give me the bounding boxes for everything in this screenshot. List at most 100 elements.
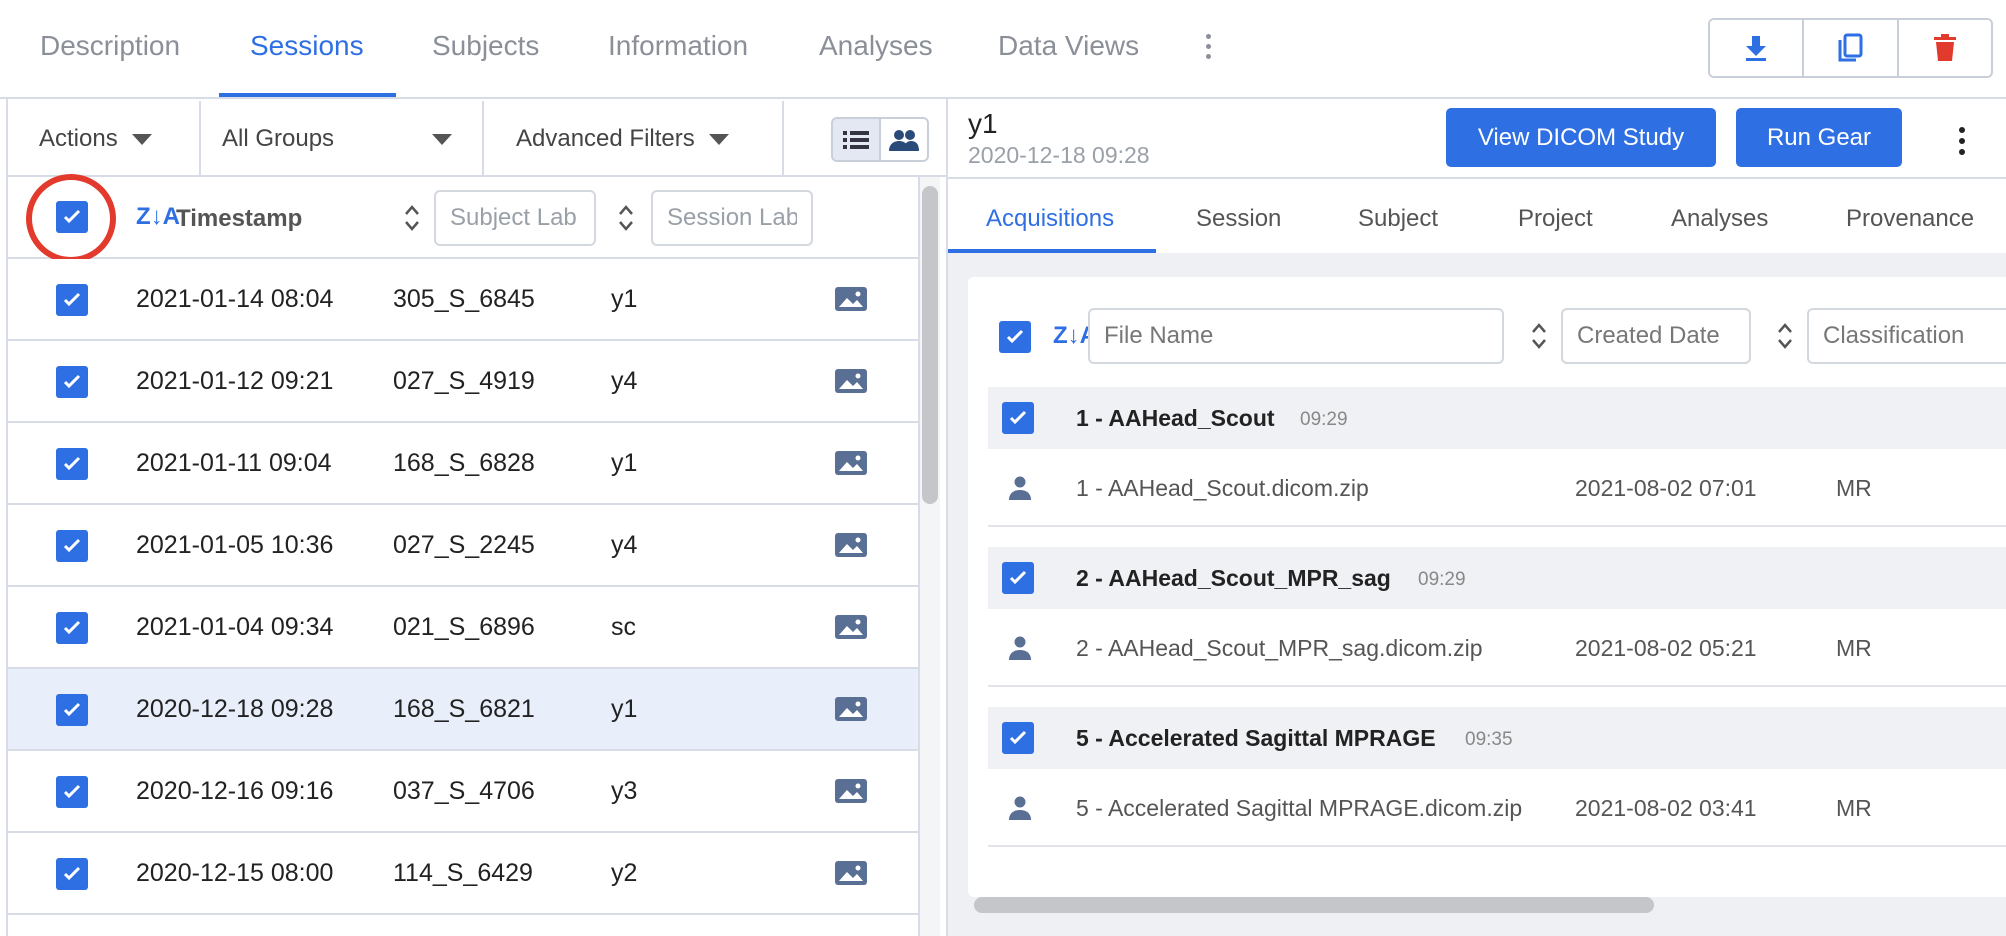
acquisition-time: 09:29 xyxy=(1300,409,1348,430)
acquisition-time: 09:29 xyxy=(1418,569,1466,590)
table-row[interactable]: 2021-01-05 10:36 027_S_2245 y4 xyxy=(8,505,918,587)
check-icon xyxy=(63,456,81,471)
table-row[interactable]: 2020-12-18 09:28 168_S_6821 y1 xyxy=(8,669,918,751)
run-gear-button[interactable]: Run Gear xyxy=(1736,108,1902,167)
sort-updown-icon[interactable] xyxy=(1531,322,1547,350)
row-checkbox[interactable] xyxy=(56,530,88,562)
file-name: 5 - Accelerated Sagittal MPRAGE.dicom.zi… xyxy=(1076,795,1523,821)
list-icon xyxy=(843,130,869,149)
session-filter-input[interactable] xyxy=(651,190,813,246)
table-row[interactable]: 2020-12-16 09:16 037_S_4706 y3 xyxy=(8,751,918,833)
sessions-scrollbar-thumb[interactable] xyxy=(922,186,938,504)
subject-view-button[interactable] xyxy=(881,119,927,160)
list-view-button[interactable] xyxy=(833,119,881,160)
row-subject: 114_S_6429 xyxy=(393,859,533,887)
acquisition-checkbox[interactable] xyxy=(1002,562,1034,594)
sort-updown-icon[interactable] xyxy=(1777,322,1793,350)
row-checkbox[interactable] xyxy=(56,284,88,316)
tab-project[interactable]: Project xyxy=(1518,205,1593,233)
file-row[interactable]: 1 - AAHead_Scout.dicom.zip 2021-08-02 07:… xyxy=(988,449,2006,527)
tab-subject[interactable]: Subject xyxy=(1358,205,1438,233)
image-icon[interactable] xyxy=(835,779,867,803)
chevron-down-icon xyxy=(708,133,729,145)
more-options-icon[interactable] xyxy=(1959,127,1965,160)
table-row[interactable]: 2021-01-14 08:04 305_S_6845 y1 xyxy=(8,259,918,341)
tab-description[interactable]: Description xyxy=(40,30,180,62)
row-timestamp: 2021-01-14 08:04 xyxy=(136,285,334,313)
group-label: All Groups xyxy=(222,125,335,152)
tab-sessions[interactable]: Sessions xyxy=(250,30,364,62)
actions-dropdown[interactable]: Actions xyxy=(8,101,201,177)
detail-tabs: Acquisitions Session Subject Project Ana… xyxy=(948,177,2006,253)
view-dicom-button[interactable]: View DICOM Study xyxy=(1446,108,1716,167)
image-icon[interactable] xyxy=(835,861,867,885)
file-created-date: 2021-08-02 03:41 xyxy=(1575,795,1757,821)
tab-information[interactable]: Information xyxy=(608,30,748,62)
row-checkbox[interactable] xyxy=(56,366,88,398)
image-icon[interactable] xyxy=(835,451,867,475)
created-date-filter-input[interactable] xyxy=(1561,308,1751,364)
person-icon xyxy=(1009,476,1031,500)
check-icon xyxy=(63,292,81,307)
trash-icon xyxy=(1933,34,1956,61)
row-checkbox[interactable] xyxy=(56,448,88,480)
classification-filter-input[interactable] xyxy=(1807,308,2006,364)
row-subject: 027_S_4919 xyxy=(393,367,535,395)
file-classification: MR xyxy=(1836,475,1872,501)
tab-provenance[interactable]: Provenance xyxy=(1846,205,1974,233)
row-checkbox[interactable] xyxy=(56,612,88,644)
horizontal-scrollbar-thumb[interactable] xyxy=(974,897,1654,913)
sort-updown-icon[interactable] xyxy=(404,204,420,232)
advanced-filters-dropdown[interactable]: Advanced Filters xyxy=(484,101,784,177)
tab-acquisitions[interactable]: Acquisitions xyxy=(986,205,1114,233)
tab-subjects[interactable]: Subjects xyxy=(432,30,539,62)
image-icon[interactable] xyxy=(835,369,867,393)
acquisition-header[interactable]: 1 - AAHead_Scout 09:29 xyxy=(988,387,2006,449)
row-timestamp: 2020-12-16 09:16 xyxy=(136,777,334,805)
acquisition-checkbox[interactable] xyxy=(1002,402,1034,434)
file-name-filter-input[interactable] xyxy=(1088,308,1504,364)
tab-session[interactable]: Session xyxy=(1196,205,1281,233)
chevron-down-icon xyxy=(131,133,152,145)
image-icon[interactable] xyxy=(835,615,867,639)
file-row[interactable]: 5 - Accelerated Sagittal MPRAGE.dicom.zi… xyxy=(988,769,2006,847)
subject-filter-input[interactable] xyxy=(434,190,596,246)
more-tabs-icon[interactable] xyxy=(1206,34,1212,64)
row-timestamp: 2021-01-04 09:34 xyxy=(136,613,334,641)
select-all-files-checkbox[interactable] xyxy=(999,321,1031,353)
tab-data-views[interactable]: Data Views xyxy=(998,30,1139,62)
active-tab-indicator xyxy=(219,93,396,97)
image-icon[interactable] xyxy=(835,533,867,557)
row-checkbox[interactable] xyxy=(56,776,88,808)
acquisition-header[interactable]: 5 - Accelerated Sagittal MPRAGE 09:35 xyxy=(988,707,2006,769)
tab-analyses[interactable]: Analyses xyxy=(1671,205,1768,233)
timestamp-header: Timestamp xyxy=(176,205,303,232)
row-subject: 168_S_6821 xyxy=(393,695,535,723)
image-icon[interactable] xyxy=(835,697,867,721)
person-icon xyxy=(1009,636,1031,660)
acquisition-header[interactable]: 2 - AAHead_Scout_MPR_sag 09:29 xyxy=(988,547,2006,609)
acquisition-time: 09:35 xyxy=(1465,729,1513,750)
delete-button[interactable] xyxy=(1898,20,1991,76)
row-timestamp: 2021-01-05 10:36 xyxy=(136,531,334,559)
select-all-checkbox[interactable] xyxy=(56,201,88,233)
row-checkbox[interactable] xyxy=(56,694,88,726)
image-icon[interactable] xyxy=(835,287,867,311)
table-row[interactable]: 2021-01-11 09:04 168_S_6828 y1 xyxy=(8,423,918,505)
acquisition-checkbox[interactable] xyxy=(1002,722,1034,754)
tab-analyses[interactable]: Analyses xyxy=(819,30,933,62)
project-actions xyxy=(1708,18,1993,78)
file-row[interactable]: 2 - AAHead_Scout_MPR_sag.dicom.zip 2021-0… xyxy=(988,609,2006,687)
table-row[interactable]: 2020-12-15 08:00 114_S_6429 y2 xyxy=(8,833,918,915)
row-session: y2 xyxy=(611,859,638,887)
download-button[interactable] xyxy=(1710,20,1805,76)
copy-button[interactable] xyxy=(1804,20,1899,76)
sort-updown-icon[interactable] xyxy=(618,204,634,232)
sort-za-icon[interactable]: Z↓A xyxy=(136,203,180,231)
person-icon xyxy=(1009,796,1031,820)
row-checkbox[interactable] xyxy=(56,858,88,890)
table-row[interactable]: 2021-01-04 09:34 021_S_6896 sc xyxy=(8,587,918,669)
file-created-date: 2021-08-02 07:01 xyxy=(1575,475,1757,501)
group-select[interactable]: All Groups xyxy=(201,101,484,177)
table-row[interactable]: 2021-01-12 09:21 027_S_4919 y4 xyxy=(8,341,918,423)
